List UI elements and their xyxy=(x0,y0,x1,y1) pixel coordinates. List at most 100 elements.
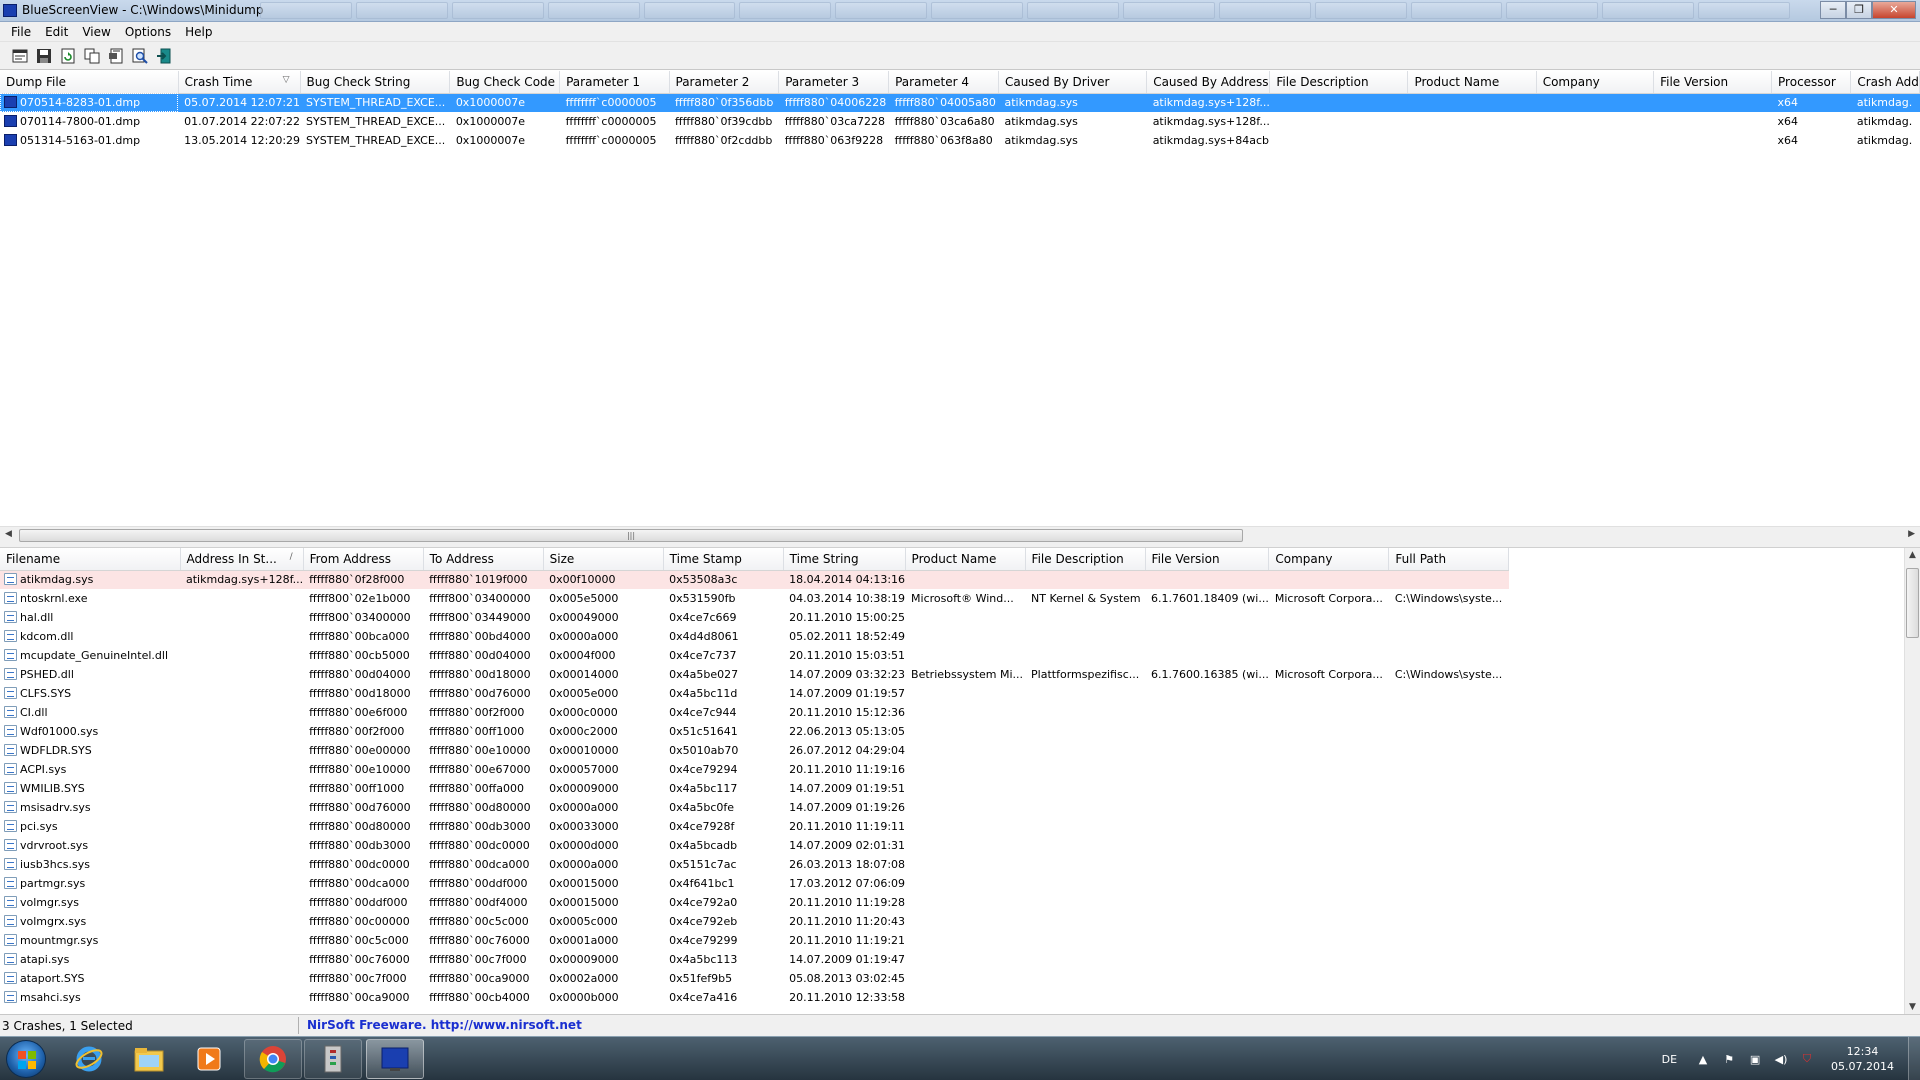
cell-text: Wdf01000.sys xyxy=(20,725,99,738)
table-cell: 0x000c0000 xyxy=(549,706,618,719)
volume-icon[interactable]: ◀) xyxy=(1773,1052,1789,1066)
column-header[interactable]: File Version xyxy=(1653,71,1773,94)
taskbar-internet-explorer[interactable] xyxy=(60,1039,118,1079)
module-row[interactable]: WMILIB.SYS fffff880`00ff1000 fffff880`00ff… xyxy=(0,779,1509,798)
module-row[interactable]: hal.dll fffff800`03400000 fffff800`0344900… xyxy=(0,608,1509,627)
column-header[interactable]: Size xyxy=(543,548,664,571)
column-header[interactable]: Processor xyxy=(1771,71,1852,94)
column-header[interactable]: Parameter 2 xyxy=(669,71,780,94)
module-row[interactable]: CI.dll fffff880`00e6f000 fffff880`00f2f000… xyxy=(0,703,1509,722)
exit-button[interactable] xyxy=(154,46,174,66)
close-button[interactable]: ✕ xyxy=(1872,1,1916,19)
column-header[interactable]: Parameter 3 xyxy=(778,71,890,94)
scroll-left-icon[interactable]: ◀ xyxy=(5,529,12,539)
column-header[interactable]: File Description xyxy=(1269,71,1409,94)
column-header[interactable]: Caused By Driver xyxy=(998,71,1148,94)
crash-row[interactable]: 070114-7800-01.dmp 01.07.2014 22:07:22 SYS… xyxy=(0,112,1920,131)
module-row[interactable]: WDFLDR.SYS fffff880`00e00000 fffff880`00e1… xyxy=(0,741,1509,760)
column-header[interactable]: File Description xyxy=(1025,548,1146,571)
scrollbar-thumb[interactable] xyxy=(1906,568,1919,638)
module-row[interactable]: ataport.SYS fffff880`00c7f000 fffff880`00c… xyxy=(0,969,1509,988)
taskbar-explorer[interactable] xyxy=(120,1039,178,1079)
language-indicator[interactable]: DE xyxy=(1662,1053,1677,1066)
menu-file[interactable]: File xyxy=(4,25,38,39)
html-report-button[interactable] xyxy=(106,46,126,66)
column-header[interactable]: Company xyxy=(1268,548,1390,571)
menu-help[interactable]: Help xyxy=(178,25,219,39)
column-header[interactable]: Dump File xyxy=(0,71,179,94)
module-row[interactable]: kdcom.dll fffff880`00bca000 fffff880`00bd4… xyxy=(0,627,1509,646)
table-cell xyxy=(1268,570,1389,589)
column-header[interactable]: To Address xyxy=(423,548,544,571)
status-divider xyxy=(298,1017,299,1034)
copy-button[interactable] xyxy=(82,46,102,66)
module-row[interactable]: mcupdate_GenuineIntel.dll fffff880`00cb50… xyxy=(0,646,1509,665)
start-button[interactable] xyxy=(6,1040,46,1078)
module-row[interactable]: PSHED.dll fffff880`00d04000 fffff880`00d18… xyxy=(0,665,1509,684)
minimize-button[interactable]: ─ xyxy=(1820,1,1846,19)
crash-row[interactable]: 070514-8283-01.dmp 05.07.2014 12:07:21 SYS… xyxy=(0,93,1920,112)
network-icon[interactable]: ▣ xyxy=(1747,1052,1763,1066)
refresh-button[interactable] xyxy=(58,46,78,66)
module-row[interactable]: msahci.sys fffff880`00ca9000 fffff880`00cb… xyxy=(0,988,1509,1007)
column-header[interactable]: Caused By Address xyxy=(1146,71,1271,94)
module-row[interactable]: vdrvroot.sys fffff880`00db3000 fffff880`00… xyxy=(0,836,1509,855)
column-header[interactable]: Bug Check String xyxy=(300,71,451,94)
scroll-right-icon[interactable]: ▶ xyxy=(1908,529,1915,539)
scroll-down-icon[interactable]: ▼ xyxy=(1909,1002,1916,1012)
nirsoft-link[interactable]: NirSoft Freeware. http://www.nirsoft.net xyxy=(307,1018,582,1032)
column-header[interactable]: Crash Time ▽ xyxy=(178,71,301,94)
maximize-button[interactable]: ❐ xyxy=(1846,1,1872,19)
column-header[interactable]: Product Name xyxy=(1407,71,1537,94)
menu-view[interactable]: View xyxy=(75,25,117,39)
show-hidden-icons-icon[interactable]: ▲ xyxy=(1695,1052,1711,1066)
system-clock[interactable]: 12:34 05.07.2014 xyxy=(1831,1044,1894,1074)
scrollbar-thumb[interactable]: ||| xyxy=(19,529,1243,542)
module-row[interactable]: pci.sys fffff880`00d80000 fffff880`00db300… xyxy=(0,817,1509,836)
module-row[interactable]: atapi.sys fffff880`00c76000 fffff880`00c7f… xyxy=(0,950,1509,969)
table-cell xyxy=(905,912,1025,931)
module-row[interactable]: ntoskrnl.exe fffff800`02e1b000 fffff800`03… xyxy=(0,589,1509,608)
module-row[interactable]: partmgr.sys fffff880`00dca000 fffff880`00d… xyxy=(0,874,1509,893)
module-row[interactable]: volmgr.sys fffff880`00ddf000 fffff880`00df… xyxy=(0,893,1509,912)
module-row[interactable]: mountmgr.sys fffff880`00c5c000 fffff880`00… xyxy=(0,931,1509,950)
taskbar-bluescreenview[interactable] xyxy=(366,1039,424,1079)
properties-button[interactable] xyxy=(10,46,30,66)
column-header[interactable]: Address In St... / xyxy=(180,548,304,571)
column-header[interactable]: From Address xyxy=(303,548,424,571)
column-header[interactable]: Time Stamp xyxy=(663,548,784,571)
module-row[interactable]: atikmdag.sys atikmdag.sys+128f... fffff880… xyxy=(0,570,1509,589)
scroll-up-icon[interactable]: ▲ xyxy=(1909,550,1916,560)
horizontal-scrollbar[interactable]: ◀ ||| ▶ xyxy=(0,526,1920,543)
column-header[interactable]: Product Name xyxy=(905,548,1026,571)
column-header[interactable]: Parameter 1 xyxy=(559,71,670,94)
module-row[interactable]: msisadrv.sys fffff880`00d76000 fffff880`00… xyxy=(0,798,1509,817)
column-header[interactable]: Crash Add xyxy=(1850,71,1920,94)
column-header[interactable]: Full Path xyxy=(1388,548,1510,571)
module-row[interactable]: Wdf01000.sys fffff880`00f2f000 fffff880`00… xyxy=(0,722,1509,741)
vertical-scrollbar[interactable]: ▲ ▼ xyxy=(1904,548,1920,1014)
column-header[interactable]: Time String xyxy=(783,548,906,571)
save-button[interactable] xyxy=(34,46,54,66)
column-header[interactable]: Parameter 4 xyxy=(888,71,999,94)
find-button[interactable] xyxy=(130,46,150,66)
action-center-flag-icon[interactable]: ⚑ xyxy=(1721,1052,1737,1066)
column-header[interactable]: File Version xyxy=(1145,548,1270,571)
menu-options[interactable]: Options xyxy=(118,25,178,39)
menu-edit[interactable]: Edit xyxy=(38,25,75,39)
antivirus-shield-icon[interactable]: ⛉ xyxy=(1799,1052,1815,1066)
taskbar-archive-tool[interactable] xyxy=(304,1039,362,1079)
module-row[interactable]: volmgrx.sys fffff880`00c00000 fffff880`00c… xyxy=(0,912,1509,931)
module-row[interactable]: CLFS.SYS fffff880`00d18000 fffff880`00d760… xyxy=(0,684,1509,703)
module-row[interactable]: iusb3hcs.sys fffff880`00dc0000 fffff880`00… xyxy=(0,855,1509,874)
cell-text: CI.dll xyxy=(20,706,48,719)
taskbar-chrome[interactable] xyxy=(244,1039,302,1079)
crash-row[interactable]: 051314-5163-01.dmp 13.05.2014 12:20:29 SYS… xyxy=(0,131,1920,150)
module-row[interactable]: ACPI.sys fffff880`00e10000 fffff880`00e670… xyxy=(0,760,1509,779)
properties-icon xyxy=(12,49,28,62)
show-desktop-button[interactable] xyxy=(1908,1037,1920,1080)
column-header[interactable]: Filename xyxy=(0,548,181,571)
taskbar-media-player[interactable] xyxy=(180,1039,238,1079)
column-header[interactable]: Bug Check Code xyxy=(449,71,561,94)
column-header[interactable]: Company xyxy=(1536,71,1655,94)
